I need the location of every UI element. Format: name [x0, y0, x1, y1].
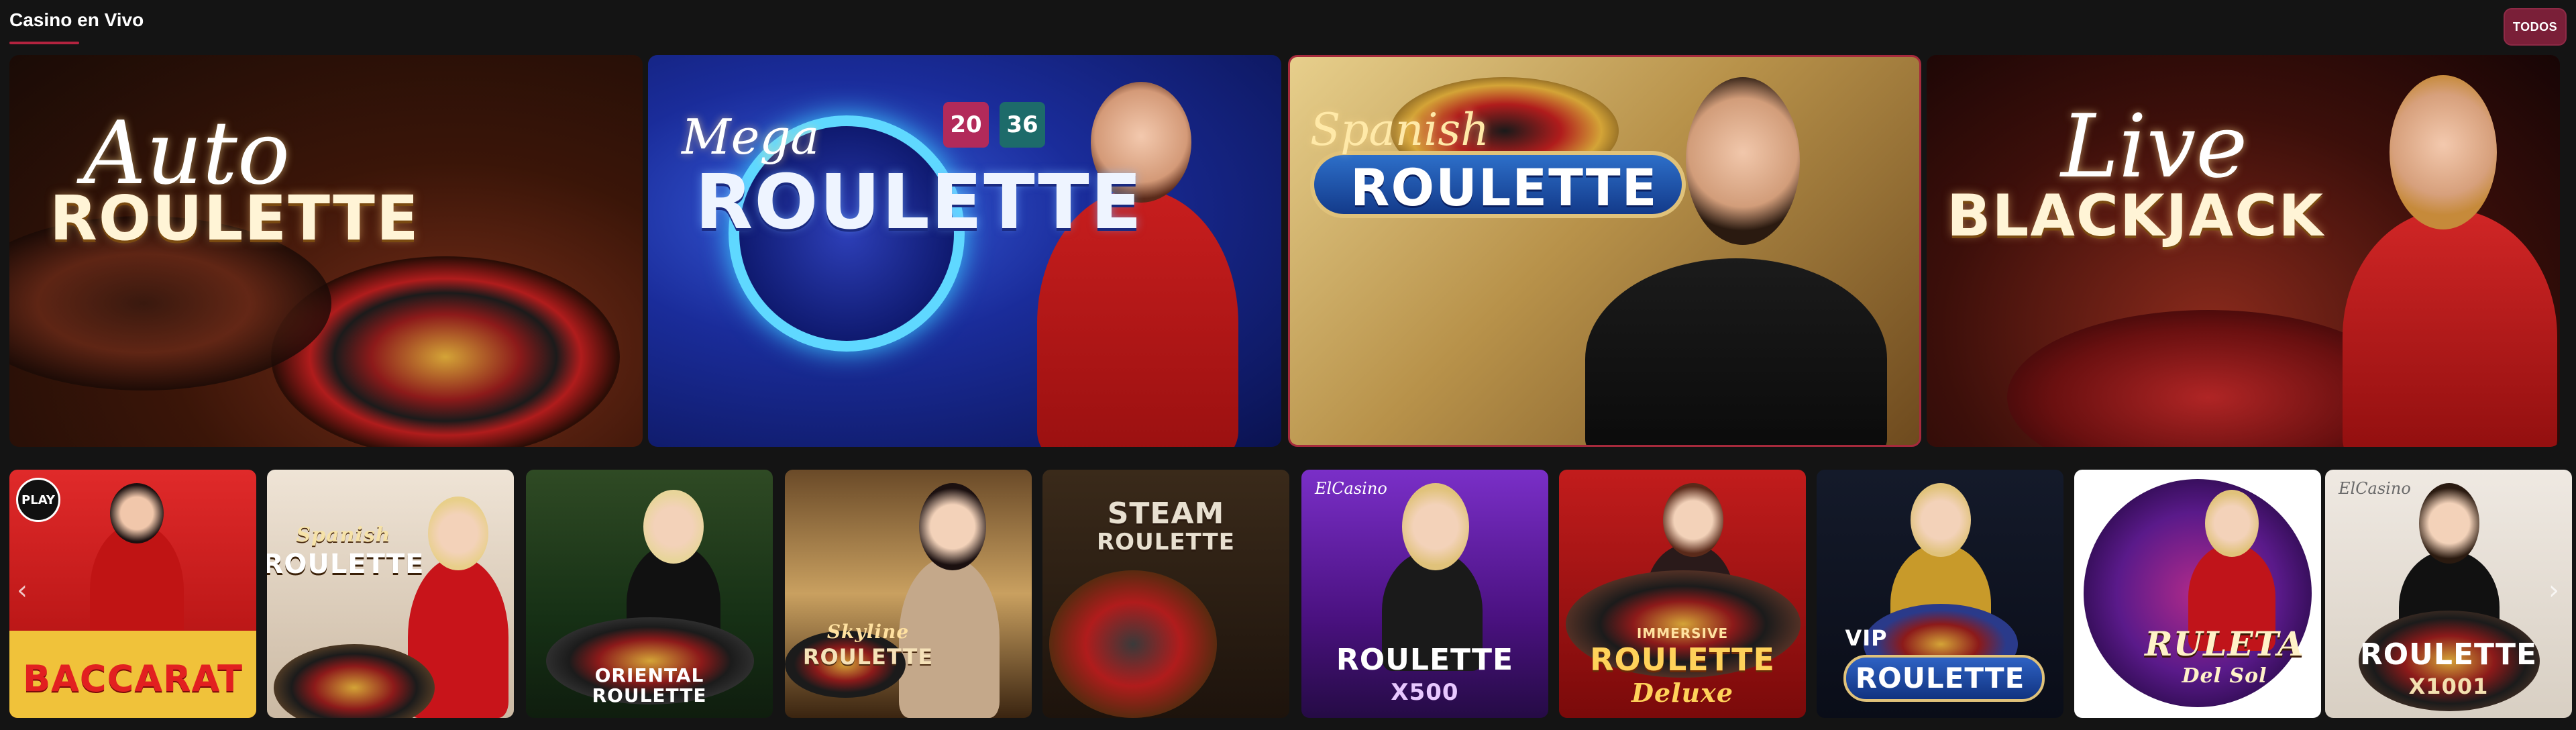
game-card[interactable]: RULETA Del Sol — [2074, 470, 2321, 718]
game-card[interactable]: Skyline ROULETTE — [785, 470, 1032, 718]
roulette-wheel-image — [1049, 570, 1217, 718]
dealer-head-image — [1686, 77, 1800, 245]
play-logo-icon: PLAY — [16, 478, 60, 522]
number-badge: 36 — [1000, 102, 1045, 148]
game-subtitle: Skyline — [826, 621, 910, 643]
chevron-left-icon[interactable]: ‹ — [11, 570, 34, 611]
game-card[interactable]: PLAY BACCARAT — [9, 470, 256, 718]
game-subtitle: IMMERSIVE — [1636, 625, 1729, 641]
dealer-head-image — [919, 483, 986, 570]
featured-game-title: ROULETTE — [50, 182, 420, 254]
view-all-button[interactable]: TODOS — [2504, 8, 2567, 46]
dealer-head-image — [2205, 490, 2259, 557]
dealer-head-image — [2419, 483, 2479, 564]
game-title: ROULETTE — [267, 549, 425, 580]
game-card[interactable]: ElCasino ROULETTE X500 — [1301, 470, 1548, 718]
game-card[interactable]: STEAM ROULETTE — [1042, 470, 1289, 718]
brand-logo: ElCasino — [2339, 479, 2411, 498]
game-title: ROULETTE — [592, 684, 707, 707]
number-badge: 20 — [943, 102, 989, 148]
game-card-auto-roulette[interactable]: Auto ROULETTE — [9, 55, 643, 447]
game-card[interactable]: Spanish ROULETTE — [267, 470, 514, 718]
dealer-image — [1585, 258, 1887, 445]
featured-script-title: Spanish — [1310, 104, 1489, 156]
game-title: ROULETTE — [1336, 643, 1514, 677]
dealer-image — [2343, 209, 2557, 447]
section-header: Casino en Vivo TODOS — [0, 0, 2576, 54]
game-card[interactable]: VIP ROULETTE — [1817, 470, 2063, 718]
featured-game-title: BLACKJACK — [1947, 182, 2324, 250]
game-title: ROULETTE — [2359, 637, 2538, 672]
section-title: Casino en Vivo — [9, 9, 144, 30]
dealer-head-image — [643, 490, 704, 564]
game-subtitle: X500 — [1391, 679, 1459, 706]
game-subtitle: Del Sol — [2182, 664, 2267, 688]
featured-script-title: Mega — [682, 109, 820, 165]
dealer-head-image — [1911, 483, 1971, 557]
dealer-head-image — [1663, 483, 1723, 557]
game-title: ROULETTE — [1590, 641, 1775, 678]
game-subtitle: VIP — [1845, 625, 1888, 651]
game-card[interactable]: ORIENTAL ROULETTE — [526, 470, 773, 718]
dealer-head-image — [2390, 75, 2497, 229]
dealer-head-image — [110, 483, 164, 543]
dealer-head-image — [1402, 483, 1469, 570]
game-title: RULETA — [2145, 624, 2304, 664]
title-underline — [9, 42, 79, 44]
game-card[interactable]: IMMERSIVE ROULETTE Deluxe — [1559, 470, 1806, 718]
game-title: ROULETTE — [1855, 662, 2025, 694]
game-title: BACCARAT — [22, 658, 244, 700]
game-subtitle: ORIENTAL — [594, 664, 704, 686]
games-carousel: PLAY BACCARAT Spanish ROULETTE ORIENTAL … — [9, 470, 2572, 718]
game-title: ROULETTE — [1097, 529, 1235, 556]
featured-game-title: ROULETTE — [695, 159, 1144, 246]
game-title: ROULETTE — [802, 644, 934, 670]
game-card-mega-roulette[interactable]: 20 36 Mega ROULETTE — [648, 55, 1281, 447]
game-card[interactable]: ElCasino ROULETTE X1001 — [2325, 470, 2572, 718]
chevron-right-icon[interactable]: › — [2542, 570, 2565, 611]
featured-game-title: ROULETTE — [1350, 158, 1658, 217]
game-subtitle: X1001 — [2408, 674, 2489, 699]
game-card-live-blackjack[interactable]: Live BLACKJACK — [1927, 55, 2560, 447]
game-subtitle: STEAM — [1107, 497, 1225, 531]
game-card-spanish-roulette[interactable]: Spanish ROULETTE — [1288, 55, 1921, 447]
game-subtitle: Spanish — [296, 523, 391, 547]
brand-logo: ElCasino — [1315, 479, 1387, 498]
game-subtitle: Deluxe — [1631, 678, 1734, 708]
featured-games-row: Auto ROULETTE 20 36 Mega ROULETTE Spanis… — [9, 55, 2567, 447]
